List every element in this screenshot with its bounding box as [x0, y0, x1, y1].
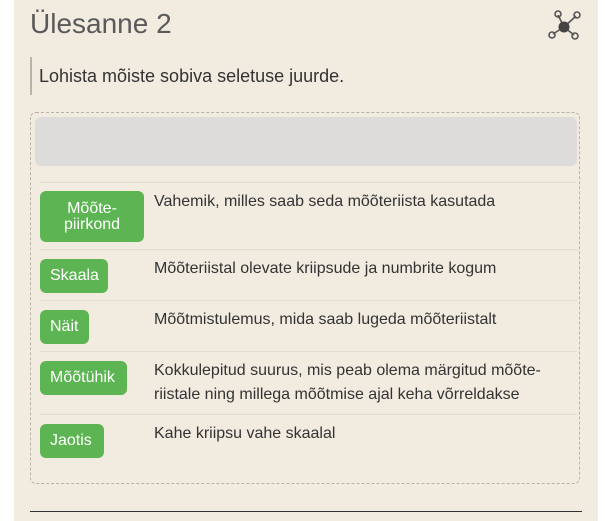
term-chip-label: Skaala — [50, 267, 99, 284]
term-chip-mootuhik[interactable]: Mõõtühik — [40, 361, 127, 395]
description-text: Vahemik, milles saab seda mõõteriista ka… — [154, 190, 564, 214]
network-nodes-icon — [548, 10, 581, 40]
description-line: Mõõteriistal olevate kriipsude ja numbri… — [154, 260, 497, 277]
term-chip-jaotis[interactable]: Jaotis — [40, 424, 104, 458]
term-chip-label: Jaotis — [50, 432, 92, 449]
page-title: Ülesanne 2 — [30, 8, 172, 39]
term-chip-label: Näit — [50, 318, 79, 335]
description-line: Vahemik, milles saab seda mõõteriista ka… — [154, 193, 496, 210]
match-row: Skaala Mõõteriistal olevate kriipsude ja… — [40, 249, 577, 300]
description-text: Mõõteriistal olevate kriipsude ja numbri… — [154, 257, 564, 281]
match-row: Mõõtühik Kokkulepitud suurus, mis peab o… — [40, 351, 577, 414]
description-line: Kokkulepitud suurus, mis peab olema märg… — [154, 362, 541, 379]
term-chip-label-line2: piirkond — [63, 215, 121, 233]
exercise-panel: Ülesanne 2 Lohista mõiste sobiva seletus… — [14, 0, 598, 521]
term-chip-label: Mõõtühik — [50, 369, 115, 386]
term-chip-skaala[interactable]: Skaala — [40, 259, 108, 293]
description-line: Mõõtmistulemus, mida saab lugeda mõõteri… — [154, 311, 497, 328]
description-line: riistale ning millega mõõtmise ajal keha… — [154, 386, 520, 403]
description-text: Kokkulepitud suurus, mis peab olema märg… — [154, 359, 564, 407]
term-chip-nait[interactable]: Näit — [40, 310, 89, 344]
description-line: Kahe kriipsu vahe skaalal — [154, 425, 336, 442]
match-row: Jaotis Kahe kriipsu vahe skaalal — [40, 414, 577, 468]
match-row: Näit Mõõtmistulemus, mida saab lugeda mõ… — [40, 300, 577, 351]
match-row: Mõõte- piirkond Vahemik, milles saab sed… — [40, 182, 577, 249]
drag-drop-task: Mõõte- piirkond Vahemik, milles saab sed… — [30, 112, 580, 484]
term-chip-label-line1: Mõõte- — [67, 199, 117, 217]
drop-zone[interactable] — [35, 117, 577, 166]
divider — [30, 511, 582, 512]
instruction-text: Lohista mõiste sobiva seletuse juurde. — [39, 66, 345, 86]
description-text: Kahe kriipsu vahe skaalal — [154, 422, 564, 446]
description-text: Mõõtmistulemus, mida saab lugeda mõõteri… — [154, 308, 564, 332]
term-chip-mootepiirkond[interactable]: Mõõte- piirkond — [40, 191, 144, 242]
instruction-block: Lohista mõiste sobiva seletuse juurde. — [30, 57, 572, 95]
